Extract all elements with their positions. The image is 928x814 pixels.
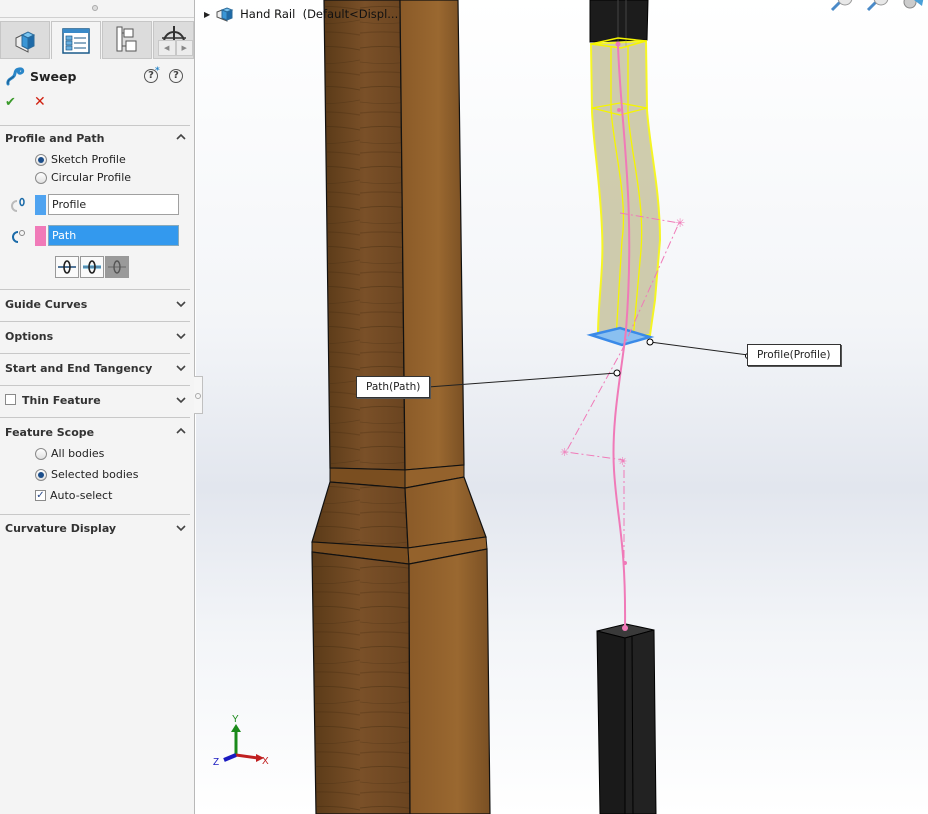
path-selection-row: Path — [5, 225, 190, 247]
chevron-down-icon[interactable] — [176, 364, 186, 374]
upper-rail-body[interactable] — [589, 0, 649, 46]
divider — [0, 321, 190, 322]
path-callout[interactable]: Path(Path) — [356, 376, 431, 398]
divider — [0, 289, 190, 290]
profile-selection-box[interactable]: Profile — [48, 194, 179, 215]
model-scene: ✳ ✳ ✳ Y X Z — [213, 0, 751, 814]
zoom-to-area-icon[interactable] — [864, 0, 892, 12]
thin-feature-checkbox[interactable] — [5, 394, 16, 405]
radio-label: Selected bodies — [51, 468, 139, 481]
view-triad: Y X Z — [213, 714, 269, 768]
chevron-down-icon[interactable] — [176, 300, 186, 310]
triad-y-label: Y — [232, 714, 239, 725]
panel-grip[interactable] — [92, 5, 98, 11]
part-cube-icon — [15, 31, 36, 53]
align-side-icon — [83, 260, 101, 274]
section-thin-feature-header[interactable]: Thin Feature — [22, 394, 101, 407]
auto-select-checkbox[interactable]: ✓ — [35, 490, 46, 501]
auto-select-row[interactable]: ✓ Auto-select — [35, 489, 112, 502]
profile-icon — [11, 197, 25, 212]
whats-new-icon[interactable]: ? * — [144, 66, 160, 83]
radio-button[interactable] — [35, 447, 47, 460]
svg-text:✳: ✳ — [618, 455, 627, 468]
section-options-header[interactable]: Options — [5, 330, 53, 343]
profile-color-swatch — [35, 195, 46, 215]
align-side-button[interactable] — [80, 256, 104, 278]
path-color-swatch — [35, 226, 46, 246]
wooden-newel-post[interactable] — [311, 0, 491, 814]
help-icon[interactable]: ? — [169, 69, 183, 83]
divider — [0, 514, 190, 515]
cancel-button[interactable]: ✕ — [34, 94, 46, 110]
section-feature-scope-header[interactable]: Feature Scope — [5, 426, 94, 439]
divider — [0, 17, 194, 18]
align-default-icon — [108, 260, 126, 274]
ok-button[interactable]: ✔ — [5, 95, 16, 110]
previous-view-icon[interactable] — [900, 0, 928, 12]
profile-callout-leader — [649, 341, 749, 356]
tab-feature-manager[interactable] — [0, 21, 50, 59]
align-centered-button[interactable] — [55, 256, 79, 278]
section-guide-curves-header[interactable]: Guide Curves — [5, 298, 87, 311]
radio-button[interactable] — [35, 468, 47, 481]
align-centered-icon — [58, 260, 76, 274]
config-tree-icon — [116, 26, 137, 52]
align-default-button[interactable] — [105, 256, 129, 278]
divider — [0, 417, 190, 418]
radio-button[interactable] — [35, 171, 47, 184]
triad-z-label: Z — [213, 757, 219, 768]
path-selection-box[interactable]: Path — [48, 225, 179, 246]
radio-label: Sketch Profile — [51, 153, 126, 166]
panel-collapse-handle[interactable] — [194, 376, 203, 414]
chevron-down-icon[interactable] — [176, 396, 186, 406]
radio-sketch-profile[interactable]: Sketch Profile — [35, 153, 126, 166]
property-manager-panel: ◀ ▶ Sweep ? * ? ✔ ✕ Profile and Path Sket… — [0, 0, 195, 814]
heads-up-toolbar — [828, 0, 928, 12]
expand-arrow-icon[interactable]: ▶ — [204, 10, 210, 19]
tab-scroll-buttons: ◀ ▶ — [158, 40, 193, 56]
svg-text:✳: ✳ — [560, 446, 569, 459]
path-icon — [12, 230, 25, 243]
svg-text:✳: ✳ — [675, 216, 685, 230]
property-list-icon — [62, 27, 90, 54]
lower-rail-body[interactable] — [596, 623, 657, 814]
section-profile-and-path-header[interactable]: Profile and Path — [5, 132, 105, 145]
alignment-buttons — [55, 256, 129, 278]
graphics-area[interactable]: ✳ ✳ ✳ Y X Z ▶ Hand Rail (Default<Displ..… — [196, 0, 928, 814]
profile-callout[interactable]: Profile(Profile) — [747, 344, 841, 366]
profile-callout-anchor[interactable] — [646, 338, 654, 346]
feature-title-row: Sweep ? * ? — [0, 66, 194, 88]
chevron-up-icon[interactable] — [176, 133, 186, 143]
radio-label: All bodies — [51, 447, 105, 460]
sweep-icon — [6, 67, 25, 86]
divider — [0, 353, 190, 354]
section-start-end-tangency-header[interactable]: Start and End Tangency — [5, 362, 152, 375]
section-curvature-display-header[interactable]: Curvature Display — [5, 522, 116, 535]
profile-selection-row: Profile — [5, 194, 190, 216]
manager-tabs: ◀ ▶ — [0, 21, 194, 59]
sweep-preview[interactable] — [586, 37, 662, 347]
part-name: Hand Rail (Default<Displ... — [240, 7, 399, 21]
radio-all-bodies[interactable]: All bodies — [35, 447, 104, 460]
tab-configuration-manager[interactable] — [102, 21, 152, 59]
tab-scroll-left-icon[interactable]: ◀ — [158, 40, 176, 56]
tab-scroll-right-icon[interactable]: ▶ — [175, 40, 193, 56]
radio-circular-profile[interactable]: Circular Profile — [35, 171, 131, 184]
tab-property-manager[interactable] — [51, 21, 101, 59]
feature-tree-flyout[interactable]: ▶ Hand Rail (Default<Displ... — [204, 6, 398, 22]
zoom-to-fit-icon[interactable] — [828, 0, 856, 12]
triad-x-label: X — [262, 756, 269, 767]
path-callout-anchor[interactable] — [613, 369, 621, 377]
divider — [0, 385, 190, 386]
radio-label: Circular Profile — [51, 171, 132, 184]
chevron-down-icon[interactable] — [176, 332, 186, 342]
feature-title: Sweep — [30, 69, 77, 84]
radio-selected-bodies[interactable]: Selected bodies — [35, 468, 138, 481]
checkbox-label: Auto-select — [50, 489, 113, 502]
divider — [0, 125, 190, 126]
chevron-up-icon[interactable] — [176, 427, 186, 437]
radio-button[interactable] — [35, 153, 47, 166]
chevron-down-icon[interactable] — [176, 524, 186, 534]
part-icon — [216, 7, 234, 22]
